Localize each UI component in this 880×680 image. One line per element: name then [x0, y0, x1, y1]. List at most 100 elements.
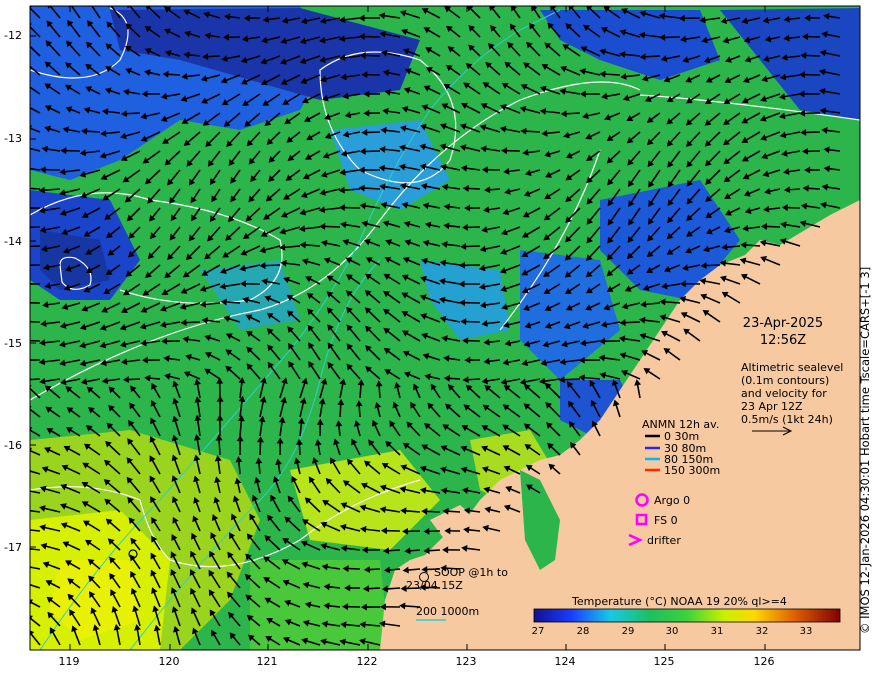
lat-tick-label: -13: [4, 132, 22, 145]
velocity-arrow: [167, 73, 181, 76]
velocity-arrowhead: [20, 225, 25, 230]
velocity-arrow: [305, 244, 321, 247]
velocity-arrowhead: [24, 146, 29, 151]
lat-tick-label: -14: [4, 235, 22, 248]
lat-tick-label: -15: [4, 337, 22, 350]
velocity-arrowhead: [23, 468, 28, 473]
velocity-arrowhead: [20, 357, 25, 362]
colorbar-tick: 32: [755, 626, 769, 637]
altimetry-note-line: and velocity for: [741, 387, 827, 400]
velocity-arrow: [468, 187, 481, 190]
velocity-arrow: [30, 378, 41, 381]
colorbar: [533, 608, 841, 623]
velocity-arrowhead: [30, 581, 31, 582]
colorbar-tick: 28: [576, 626, 590, 637]
velocity-arrow: [264, 264, 281, 267]
colorbar-tick: 33: [799, 626, 813, 637]
velocity-arrowhead: [30, 104, 31, 107]
fs-label: FS 0: [654, 514, 678, 527]
colorbar-tick: 27: [531, 626, 545, 637]
velocity-arrow: [365, 54, 381, 57]
lat-tick-label: -17: [4, 541, 22, 554]
velocity-arrow: [467, 378, 481, 381]
velocity-arrow: [428, 549, 441, 552]
velocity-arrowhead: [21, 488, 26, 493]
velocity-arrow: [624, 321, 641, 324]
velocity-arrow: [30, 187, 41, 190]
velocity-arrow: [258, 462, 261, 475]
velocity-arrow: [426, 510, 441, 513]
velocity-arrow: [407, 568, 421, 571]
velocity-arrowhead: [22, 263, 27, 268]
velocity-arrow: [185, 321, 201, 324]
velocity-arrow: [805, 54, 821, 57]
velocity-arrowhead: [30, 62, 31, 64]
velocity-arrow: [207, 55, 221, 58]
velocity-arrowhead: [30, 83, 31, 85]
velocity-arrow: [128, 378, 141, 381]
velocity-arrow: [389, 568, 401, 571]
soop-label: SOOP @1h to: [434, 566, 508, 579]
lat-tick-label: -12: [4, 29, 22, 42]
velocity-arrow: [664, 301, 681, 304]
velocity-arrow: [388, 549, 401, 552]
velocity-arrow: [564, 378, 581, 381]
velocity-arrow: [226, 301, 241, 304]
colorbar-title: Temperature (°C) NOAA 19 20% ql>=4: [572, 595, 787, 608]
velocity-arrowhead: [25, 281, 30, 286]
velocity-arrow: [705, 264, 721, 267]
altimetry-note-line: Altimetric sealevel: [741, 361, 844, 374]
argo-label: Argo 0: [654, 494, 691, 507]
velocity-arrow: [447, 510, 461, 513]
velocity-arrow: [359, 384, 362, 399]
velocity-arrow: [745, 244, 761, 247]
velocity-arrow: [409, 549, 421, 552]
velocity-arrowhead: [22, 319, 27, 324]
lon-tick-label: 121: [256, 655, 278, 668]
velocity-arrowhead: [88, 6, 91, 8]
velocity-arrow: [726, 245, 741, 248]
soop-date-label: 23/04 15Z: [406, 579, 463, 592]
velocity-arrowhead: [20, 507, 25, 512]
velocity-arrowhead: [24, 300, 29, 305]
velocity-arrow: [339, 404, 342, 418]
velocity-arrowhead: [22, 166, 27, 171]
isobath-legend-label: 200 1000m: [416, 605, 480, 618]
velocity-arrow: [808, 187, 821, 190]
lat-tick-label: -16: [4, 439, 22, 452]
velocity-arrowhead: [20, 205, 25, 210]
velocity-arrow: [364, 187, 381, 190]
lon-tick-label: 122: [356, 655, 378, 668]
lon-tick-label: 124: [554, 655, 576, 668]
anmn-legend-item: 150 300m: [664, 464, 721, 477]
velocity-arrowhead: [20, 527, 25, 532]
velocity-arrowhead: [20, 377, 25, 382]
velocity-arrow: [149, 377, 161, 380]
time-label: 12:56Z: [759, 333, 807, 348]
velocity-arrow: [298, 444, 301, 456]
velocity-arrowhead: [22, 564, 27, 569]
velocity-arrow: [387, 587, 401, 590]
colorbar-tick: 29: [621, 626, 635, 637]
velocity-arrow: [465, 245, 481, 248]
velocity-arrowhead: [20, 186, 25, 191]
lon-tick-label: 120: [158, 655, 180, 668]
velocity-arrow: [789, 188, 801, 191]
copyright-text: © IMOS 12-Jan-2026 04:30:01 Hobart time …: [858, 266, 872, 634]
velocity-arrow: [525, 130, 541, 133]
velocity-arrow: [449, 377, 461, 380]
altimetry-note-line: 23 Apr 12Z: [741, 400, 803, 413]
velocity-arrow: [604, 73, 621, 76]
velocity-arrow: [645, 55, 661, 58]
velocity-arrow: [126, 112, 141, 115]
velocity-arrow: [324, 225, 341, 228]
lon-tick-label: 123: [455, 655, 477, 668]
velocity-arrow: [218, 439, 221, 456]
drifter-label: drifter: [647, 534, 681, 547]
lon-tick-label: 125: [653, 655, 675, 668]
velocity-arrow: [368, 587, 381, 590]
velocity-arrow: [338, 425, 341, 437]
lon-tick-label: 126: [753, 655, 775, 668]
velocity-arrow: [86, 130, 101, 133]
velocity-arrow: [566, 112, 581, 115]
